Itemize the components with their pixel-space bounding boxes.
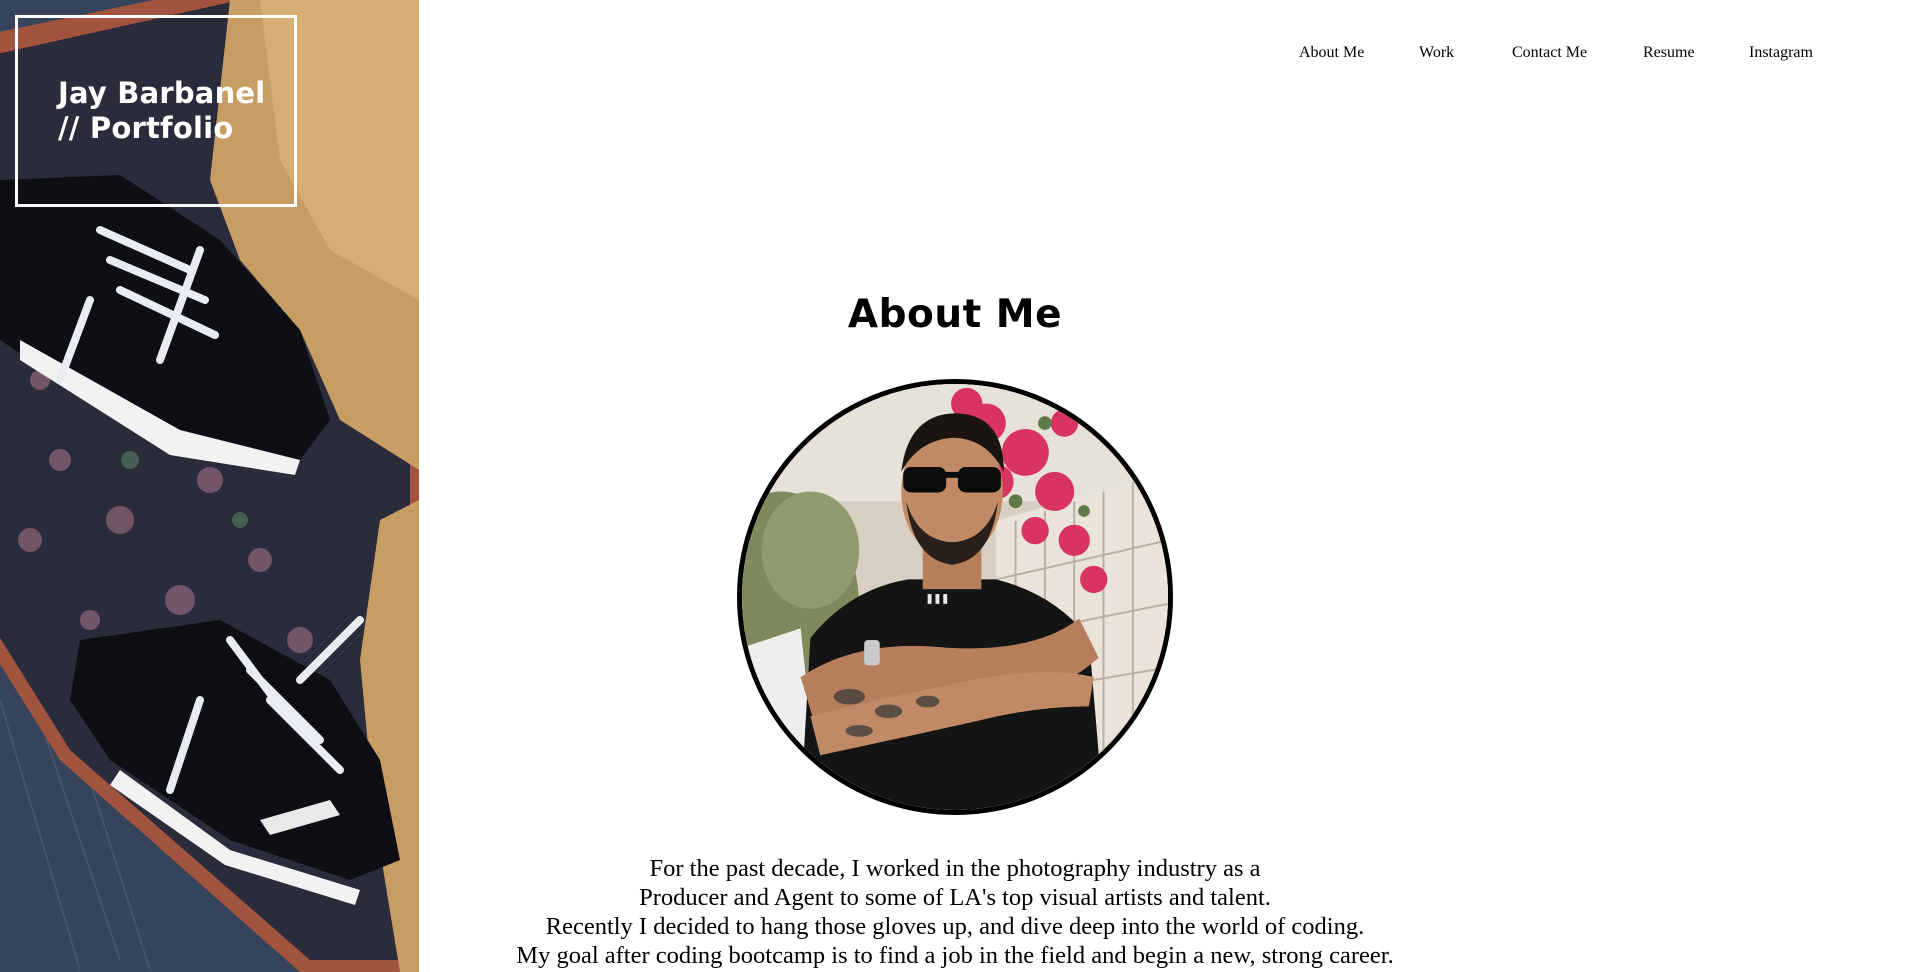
page: Jay Barbanel // Portfolio About Me Work … bbox=[0, 0, 1910, 972]
bio-line: Producer and Agent to some of LA's top v… bbox=[639, 884, 1271, 911]
profile-photo-illustration bbox=[742, 384, 1168, 810]
nav-link-contact-me[interactable]: Contact Me bbox=[1512, 44, 1587, 62]
nav-link-about-me[interactable]: About Me bbox=[1299, 44, 1364, 62]
nav-link-resume[interactable]: Resume bbox=[1643, 44, 1695, 62]
brand-name: Jay Barbanel bbox=[58, 76, 266, 110]
hero-image-skateboard: Jay Barbanel // Portfolio bbox=[0, 0, 419, 972]
nav-link-work[interactable]: Work bbox=[1419, 44, 1454, 62]
bio-line: Recently I decided to hang those gloves … bbox=[545, 913, 1365, 940]
nav-link-instagram[interactable]: Instagram bbox=[1749, 44, 1813, 62]
bio-line: My goal after coding bootcamp is to find… bbox=[516, 942, 1394, 969]
about-bio: For the past decade, I worked in the pho… bbox=[440, 854, 1470, 970]
top-navigation: About Me Work Contact Me Resume Instagra… bbox=[419, 40, 1910, 70]
brand-logo-box[interactable]: Jay Barbanel // Portfolio bbox=[15, 15, 297, 207]
brand-subtitle: // Portfolio bbox=[58, 111, 234, 145]
profile-photo bbox=[737, 379, 1173, 815]
bio-line: For the past decade, I worked in the pho… bbox=[649, 855, 1261, 882]
about-title: About Me bbox=[847, 292, 1063, 337]
